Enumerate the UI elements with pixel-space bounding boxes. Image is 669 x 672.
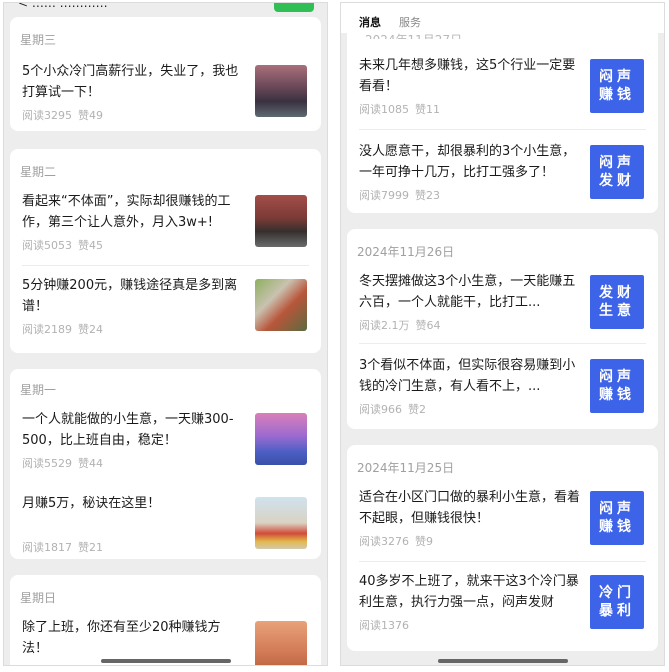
article-thumbnail bbox=[255, 413, 307, 465]
date-group: 2024年11月25日 适合在小区门口做的暴利小生意，看着不起眼，但赚钱很快！ … bbox=[347, 445, 658, 651]
article-item[interactable]: 3个看似不体面，但实际很容易赚到小钱的冷门生意，有人看不上，... 阅读966 赞… bbox=[357, 355, 646, 425]
article-title: 没人愿意干，却很暴利的3个小生意，一年可挣十几万，比打工强多了！ bbox=[359, 144, 576, 180]
read-count: 阅读5529 bbox=[22, 457, 72, 470]
like-count: 赞49 bbox=[78, 109, 103, 122]
article-title: 5个小众冷门高薪行业，失业了，我也打算试一下！ bbox=[22, 64, 239, 100]
article-title: 未来几年想多赚钱，这5个行业一定要看看！ bbox=[359, 58, 576, 94]
home-indicator[interactable] bbox=[437, 659, 568, 663]
article-thumbnail bbox=[255, 621, 307, 665]
article-title: 适合在小区门口做的暴利小生意，看着不起眼，但赚钱很快！ bbox=[359, 490, 581, 526]
day-group: 星期一 一个人就能做的小生意，一天赚300-500，比上班自由，稳定！ 阅读55… bbox=[10, 369, 321, 559]
date-group: 2024年11月26日 冬天摆摊做这3个小生意，一天能赚五六百，一个人就能干，比… bbox=[347, 229, 658, 429]
read-count: 阅读3276 bbox=[359, 535, 409, 548]
read-count: 阅读5053 bbox=[22, 239, 72, 252]
day-label: 星期一 bbox=[20, 383, 57, 397]
article-meta: 阅读966 赞2 bbox=[359, 401, 432, 417]
article-cover-badge: 闷声 赚钱 bbox=[590, 59, 644, 113]
divider bbox=[359, 129, 646, 130]
article-meta: 阅读3295 赞49 bbox=[22, 107, 109, 123]
like-count: 赞64 bbox=[415, 319, 441, 332]
article-meta: 阅读1817 赞21 bbox=[22, 539, 109, 555]
article-item[interactable]: 冬天摆摊做这3个小生意，一天能赚五六百，一个人就能干，比打工... 阅读2.1万… bbox=[357, 271, 646, 341]
like-count: 赞44 bbox=[78, 457, 103, 470]
date-label: 2024年11月25日 bbox=[357, 461, 455, 475]
article-meta: 阅读3276 赞9 bbox=[359, 533, 439, 549]
article-cover-badge: 闷声 赚钱 bbox=[590, 359, 644, 413]
article-meta: 阅读7999 赞23 bbox=[359, 187, 446, 203]
read-count: 阅读966 bbox=[359, 403, 402, 416]
article-item[interactable]: 月赚5万，秘诀在这里！ 阅读1817 赞21 bbox=[20, 493, 309, 559]
article-item[interactable]: 适合在小区门口做的暴利小生意，看着不起眼，但赚钱很快！ 阅读3276 赞9 闷声 … bbox=[357, 487, 646, 557]
article-item[interactable]: 看起来“不体面”，实际却很赚钱的工作，第三个让人意外，月入3w+! 阅读5053… bbox=[20, 191, 309, 261]
article-title: 冬天摆摊做这3个小生意，一天能赚五六百，一个人就能干，比打工... bbox=[359, 274, 576, 310]
read-count: 阅读2.1万 bbox=[359, 319, 410, 332]
article-title: 3个看似不体面，但实际很容易赚到小钱的冷门生意，有人看不上，... bbox=[359, 358, 576, 394]
article-item[interactable]: 40多岁不上班了，就来干这3个冷门暴利生意，执行力强一点，闷声发财 阅读1376… bbox=[357, 571, 646, 641]
article-meta: 阅读1376 bbox=[359, 617, 421, 633]
day-group: 星期三 5个小众冷门高薪行业，失业了，我也打算试一下！ 阅读3295 赞49 bbox=[10, 17, 321, 131]
article-title: 月赚5万，秘诀在这里！ bbox=[22, 496, 161, 511]
article-title: 看起来“不体面”，实际却很赚钱的工作，第三个让人意外，月入3w+! bbox=[22, 194, 231, 230]
article-meta: 阅读5053 赞45 bbox=[22, 237, 109, 253]
tab-bar: 消息 服务 bbox=[341, 3, 664, 33]
tab-services[interactable]: 服务 bbox=[399, 14, 421, 30]
article-meta: 阅读1085 赞11 bbox=[359, 101, 446, 117]
article-meta: 阅读2189 赞24 bbox=[22, 321, 109, 337]
article-thumbnail bbox=[255, 65, 307, 117]
article-title: 除了上班，你还有至少20种赚钱方法！ bbox=[22, 620, 221, 656]
article-meta: 阅读2.1万 赞64 bbox=[359, 317, 447, 333]
like-count: 赞2 bbox=[408, 403, 426, 416]
header-title-cut: < …… ………… bbox=[18, 3, 108, 8]
like-count: 赞21 bbox=[78, 541, 103, 554]
article-meta: 阅读5529 赞44 bbox=[22, 455, 109, 471]
date-label: 2024年11月26日 bbox=[357, 245, 455, 259]
article-cover-badge: 发财 生意 bbox=[590, 275, 644, 329]
read-count: 阅读1085 bbox=[359, 103, 409, 116]
right-article-list-screen: 2024年11月27日 未来几年想多赚钱，这5个行业一定要看看！ 阅读1085赞… bbox=[340, 2, 665, 666]
article-title: 40多岁不上班了，就来干这3个冷门暴利生意，执行力强一点，闷声发财 bbox=[359, 574, 579, 610]
article-item[interactable]: 5个小众冷门高薪行业，失业了，我也打算试一下！ 阅读3295 赞49 bbox=[20, 61, 309, 131]
article-title: 一个人就能做的小生意，一天赚300-500，比上班自由，稳定！ bbox=[22, 412, 234, 448]
day-label: 星期二 bbox=[20, 165, 57, 179]
read-count: 阅读1817 bbox=[22, 541, 72, 554]
divider bbox=[359, 343, 646, 344]
day-label: 星期三 bbox=[20, 33, 57, 47]
read-count: 阅读1376 bbox=[359, 619, 409, 632]
like-count: 赞24 bbox=[78, 323, 103, 336]
like-count: 赞9 bbox=[415, 535, 433, 548]
day-label: 星期日 bbox=[20, 591, 57, 605]
article-item[interactable]: 没人愿意干，却很暴利的3个小生意，一年可挣十几万，比打工强多了！ 阅读7999 赞… bbox=[357, 141, 646, 211]
day-group: 星期二 看起来“不体面”，实际却很赚钱的工作，第三个让人意外，月入3w+! 阅读… bbox=[10, 149, 321, 353]
article-cover-badge: 闷声 赚钱 bbox=[590, 491, 644, 545]
article-cover-badge: 闷声 发财 bbox=[590, 145, 644, 199]
tab-messages[interactable]: 消息 bbox=[359, 14, 381, 30]
article-thumbnail bbox=[255, 497, 307, 549]
left-article-list-screen: < …… ………… 星期三 5个小众冷门高薪行业，失业了，我也打算试一下！ 阅读… bbox=[3, 2, 328, 666]
day-group: 星期日 除了上班，你还有至少20种赚钱方法！ bbox=[10, 575, 321, 665]
divider bbox=[22, 265, 309, 266]
article-thumbnail bbox=[255, 279, 307, 331]
follow-button[interactable] bbox=[274, 3, 314, 12]
like-count: 赞11 bbox=[415, 103, 440, 116]
article-item[interactable]: 一个人就能做的小生意，一天赚300-500，比上班自由，稳定！ 阅读5529 赞4… bbox=[20, 409, 309, 479]
article-item[interactable]: 5分钟赚200元，赚钱途径真是多到离谱！ 阅读2189 赞24 bbox=[20, 275, 309, 345]
like-count: 赞23 bbox=[415, 189, 440, 202]
date-group: 2024年11月27日 未来几年想多赚钱，这5个行业一定要看看！ 阅读1085赞… bbox=[347, 9, 658, 213]
article-thumbnail bbox=[255, 195, 307, 247]
home-indicator[interactable] bbox=[100, 659, 231, 663]
read-count: 阅读2189 bbox=[22, 323, 72, 336]
article-cover-badge: 冷门 暴利 bbox=[590, 575, 644, 629]
divider bbox=[359, 561, 646, 562]
article-title: 5分钟赚200元，赚钱途径真是多到离谱！ bbox=[22, 278, 238, 314]
read-count: 阅读7999 bbox=[359, 189, 409, 202]
read-count: 阅读3295 bbox=[22, 109, 72, 122]
like-count: 赞45 bbox=[78, 239, 103, 252]
article-item[interactable]: 未来几年想多赚钱，这5个行业一定要看看！ 阅读1085 赞11 闷声 赚钱 bbox=[357, 55, 646, 125]
